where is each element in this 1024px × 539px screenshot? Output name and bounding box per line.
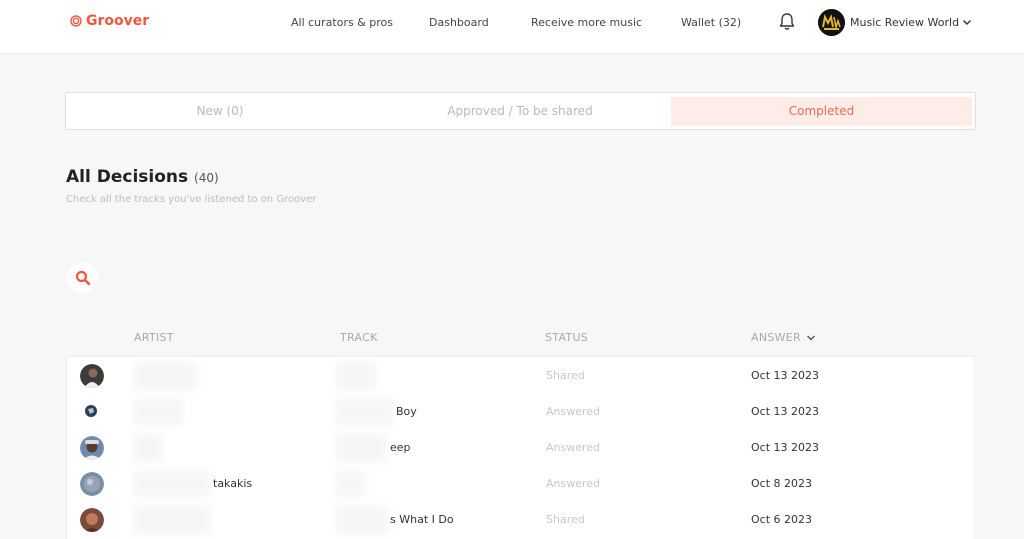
nav-dashboard[interactable]: Dashboard — [429, 16, 489, 29]
column-header-artist: ARTIST — [134, 331, 174, 344]
track-name-blurred — [335, 434, 387, 462]
artist-avatar — [80, 364, 104, 388]
artist-avatar — [80, 472, 104, 496]
page-title: All Decisions (40) — [66, 167, 219, 187]
user-avatar[interactable] — [818, 9, 845, 36]
sort-chevron-down-icon — [807, 335, 816, 340]
nav-all-curators[interactable]: All curators & pros — [291, 16, 393, 29]
search-icon — [75, 270, 90, 285]
artist-name-blurred — [133, 398, 183, 426]
artist-name-blurred — [133, 362, 197, 390]
answer-date: Oct 6 2023 — [751, 513, 813, 526]
status-badge: Shared — [546, 369, 585, 382]
decision-tabs: New (0) Approved / To be shared Complete… — [65, 92, 976, 130]
column-header-track: TRACK — [340, 331, 378, 344]
track-name-blurred — [335, 506, 389, 534]
status-badge: Answered — [546, 441, 601, 454]
tab-completed[interactable]: Completed — [671, 97, 972, 126]
status-badge: Answered — [546, 405, 601, 418]
page-subtitle: Check all the tracks you've listened to … — [66, 194, 317, 205]
nav-wallet[interactable]: Wallet (32) — [681, 16, 741, 29]
table-row[interactable]: takakis Answered Oct 8 2023 — [67, 466, 976, 502]
mrw-logo-icon — [818, 9, 845, 36]
track-name-blurred — [335, 362, 377, 390]
tab-new[interactable]: New (0) — [70, 97, 370, 126]
status-badge: Shared — [546, 513, 585, 526]
track-name-blurred — [335, 470, 365, 498]
tab-approved[interactable]: Approved / To be shared — [370, 97, 670, 126]
chevron-down-icon[interactable] — [961, 16, 973, 28]
bell-icon[interactable] — [778, 12, 796, 32]
groover-logo[interactable]: Groover — [70, 13, 149, 29]
decisions-count: (40) — [194, 171, 219, 185]
user-name[interactable]: Music Review World — [850, 16, 959, 29]
status-badge: Answered — [546, 477, 601, 490]
answer-header-label: ANSWER — [751, 331, 802, 344]
answer-date: Oct 13 2023 — [751, 369, 820, 382]
nav-receive-more-music[interactable]: Receive more music — [531, 16, 642, 29]
artist-name: takakis — [213, 477, 253, 490]
table-row[interactable]: eep Answered Oct 13 2023 — [67, 430, 976, 466]
table-row[interactable]: Shared Oct 13 2023 — [67, 358, 976, 394]
artist-name-blurred — [133, 506, 211, 534]
artist-avatar — [80, 508, 104, 532]
track-name: Boy — [396, 405, 417, 418]
top-header: Groover All curators & pros Dashboard Re… — [0, 0, 1024, 54]
column-header-status: STATUS — [545, 331, 589, 344]
groover-logo-icon — [70, 15, 82, 27]
page-title-text: All Decisions — [66, 167, 189, 187]
answer-date: Oct 13 2023 — [751, 441, 820, 454]
decisions-table: Shared Oct 13 2023 Boy Answered Oct 13 2… — [66, 356, 975, 539]
search-button[interactable] — [67, 262, 98, 293]
track-name-blurred — [335, 398, 393, 426]
artist-avatar — [80, 400, 104, 424]
answer-date: Oct 13 2023 — [751, 405, 820, 418]
artist-name-blurred — [133, 434, 163, 462]
artist-avatar — [80, 436, 104, 460]
table-row[interactable]: Boy Answered Oct 13 2023 — [67, 394, 976, 430]
column-header-answer[interactable]: ANSWER — [751, 331, 816, 344]
table-row[interactable]: s What I Do Shared Oct 6 2023 — [67, 502, 976, 538]
track-name: s What I Do — [390, 513, 454, 526]
track-name: eep — [390, 441, 411, 454]
artist-name-blurred — [133, 470, 211, 498]
logo-text: Groover — [86, 13, 150, 29]
answer-date: Oct 8 2023 — [751, 477, 813, 490]
